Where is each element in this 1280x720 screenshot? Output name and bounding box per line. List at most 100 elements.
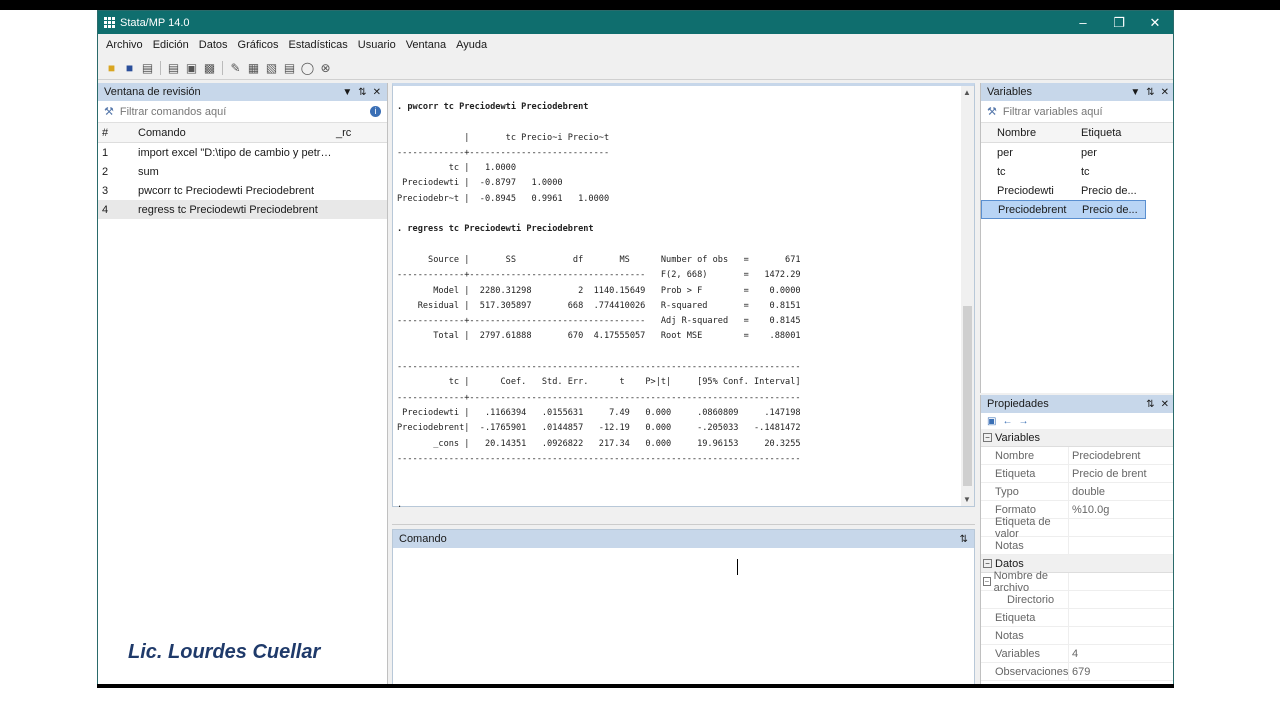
results-output: . pwcorr tc Preciodewti Preciodebrent | … [397, 100, 801, 513]
variables-filter[interactable]: ⚒ Filtrar variables aquí [981, 101, 1173, 123]
results-scrollbar[interactable]: ▲ ▼ [961, 86, 974, 506]
list-item[interactable]: tc tc [981, 162, 1173, 181]
prop-row[interactable]: Typo double [981, 483, 1173, 501]
viewer-icon[interactable]: ▣ [184, 60, 199, 75]
menu-archivo[interactable]: Archivo [106, 39, 143, 51]
results-line: Total | 2797.61888 670 4.17555057 Root M… [397, 331, 801, 342]
col-nombre[interactable]: Nombre [981, 127, 1081, 139]
col-num[interactable]: # [98, 127, 138, 139]
open-folder-icon[interactable]: ■ [104, 60, 119, 75]
variables-manager-icon[interactable]: ▤ [282, 60, 297, 75]
prop-row[interactable]: Variables 4 [981, 645, 1173, 663]
close-icon[interactable]: ✕ [1161, 87, 1169, 98]
prop-row[interactable]: Etiqueta [981, 609, 1173, 627]
variable-label: Precio de... [1081, 184, 1137, 197]
table-row[interactable]: 1 import excel "D:\tipo de cambio y petr… [98, 143, 387, 162]
pin-icon[interactable]: ⇅ [358, 87, 366, 98]
prop-row[interactable]: Etiqueta de valor [981, 516, 1173, 540]
info-icon[interactable]: i [370, 106, 381, 117]
results-line: Preciodewti | -0.8797 1.0000 [397, 178, 563, 189]
list-item[interactable]: per per [981, 143, 1173, 162]
collapse-icon[interactable]: − [983, 433, 992, 442]
scrollbar-thumb[interactable] [963, 306, 972, 486]
prop-row[interactable]: Observaciones 679 [981, 663, 1173, 681]
menu-datos[interactable]: Datos [199, 39, 228, 51]
pin-icon[interactable]: ⇅ [1146, 399, 1154, 410]
prop-row[interactable]: Notas [981, 537, 1173, 555]
col-etiqueta[interactable]: Etiqueta [1081, 127, 1141, 139]
review-panel: Ventana de revisión ▼ ⇅ ✕ ⚒ Filtrar comand… [98, 83, 388, 686]
results-line: -------------+--------------------------… [397, 392, 801, 403]
command-input[interactable] [393, 548, 974, 686]
properties-panel: Propiedades ⇅ ✕ ▣ ← → − Variables Nombre P… [980, 395, 1173, 686]
variables-filter-input[interactable]: Filtrar variables aquí [1003, 106, 1103, 118]
save-icon[interactable]: ■ [122, 60, 137, 75]
wrench-icon: ⚒ [104, 106, 114, 118]
prop-row[interactable]: Notas [981, 627, 1173, 645]
table-row[interactable]: 3 pwcorr tc Preciodewti Preciodebrent [98, 181, 387, 200]
toolbar-separator [160, 60, 161, 75]
prop-row[interactable]: − Nombre de archivo [981, 570, 1173, 594]
results-line: ----------------------------------------… [397, 362, 801, 373]
lock-icon[interactable]: ▣ [987, 416, 996, 427]
review-filter[interactable]: ⚒ Filtrar comandos aquí i [98, 101, 387, 123]
list-item[interactable]: Preciodebrent Precio de... [981, 200, 1146, 219]
row-num: 2 [102, 165, 109, 178]
filter-icon[interactable]: ▼ [342, 87, 352, 98]
pin-icon[interactable]: ⇅ [1146, 87, 1154, 98]
back-arrow-icon[interactable]: ← [1002, 416, 1012, 427]
data-browser-icon[interactable]: ▧ [264, 60, 279, 75]
filter-icon[interactable]: ▼ [1130, 87, 1140, 98]
minimize-button[interactable]: – [1065, 15, 1101, 31]
list-item[interactable]: Preciodewti Precio de... [981, 181, 1173, 200]
break-icon[interactable]: ⊗ [318, 60, 333, 75]
prop-row[interactable]: Etiqueta Precio de brent [981, 465, 1173, 483]
do-file-editor-icon[interactable]: ✎ [228, 60, 243, 75]
properties-toolbar: ▣ ← → [981, 413, 1173, 429]
results-horizontal-scrollbar[interactable] [392, 507, 975, 525]
table-row[interactable]: 4 regress tc Preciodewti Preciodebrent [98, 200, 387, 219]
variables-panel-title: Variables [987, 86, 1033, 98]
menu-ventana[interactable]: Ventana [406, 39, 446, 51]
review-panel-title: Ventana de revisión [104, 86, 201, 98]
pin-icon[interactable]: ⇅ [960, 534, 968, 545]
forward-arrow-icon[interactable]: → [1018, 416, 1028, 427]
stata-window: Stata/MP 14.0 – ❐ ✕ Archivo Edición Dato… [97, 10, 1174, 687]
more-icon[interactable]: ◯ [300, 60, 315, 75]
menu-edicion[interactable]: Edición [153, 39, 189, 51]
prop-group-variables[interactable]: − Variables [981, 429, 1173, 447]
close-button[interactable]: ✕ [1137, 15, 1173, 31]
review-table-header: # Comando _rc [98, 123, 387, 143]
menu-estadisticas[interactable]: Estadísticas [288, 39, 347, 51]
results-line: Model | 2280.31298 2 1140.15649 Prob > F… [397, 285, 801, 296]
review-filter-input[interactable]: Filtrar comandos aquí [120, 106, 370, 118]
results-line: -------------+--------------------------… [397, 147, 610, 158]
menu-usuario[interactable]: Usuario [358, 39, 396, 51]
prop-row[interactable]: Nombre Preciodebrent [981, 447, 1173, 465]
collapse-icon[interactable]: − [983, 559, 992, 568]
results-window[interactable]: . pwcorr tc Preciodewti Preciodebrent | … [392, 83, 975, 510]
results-line: . regress tc Preciodewti Preciodebrent [397, 224, 594, 235]
col-comando[interactable]: Comando [138, 127, 336, 139]
close-icon[interactable]: ✕ [1161, 399, 1169, 410]
top-black-bar [0, 0, 1280, 10]
prop-row[interactable]: Directorio [981, 591, 1173, 609]
graph-icon[interactable]: ▩ [202, 60, 217, 75]
close-icon[interactable]: ✕ [373, 87, 381, 98]
print-icon[interactable]: ▤ [140, 60, 155, 75]
menu-ayuda[interactable]: Ayuda [456, 39, 487, 51]
properties-panel-header: Propiedades ⇅ ✕ [981, 395, 1173, 413]
maximize-button[interactable]: ❐ [1101, 15, 1137, 31]
data-editor-icon[interactable]: ▦ [246, 60, 261, 75]
scroll-down-icon[interactable]: ▼ [963, 495, 971, 504]
table-row[interactable]: 2 sum [98, 162, 387, 181]
scroll-up-icon[interactable]: ▲ [963, 88, 971, 97]
collapse-icon[interactable]: − [983, 577, 991, 586]
variable-name: tc [997, 165, 1006, 178]
results-line: Preciodebrent| -.1765901 .0144857 -12.19… [397, 423, 801, 434]
row-command: regress tc Preciodewti Preciodebrent [138, 203, 318, 216]
results-line [397, 115, 801, 130]
log-icon[interactable]: ▤ [166, 60, 181, 75]
col-rc[interactable]: _rc [336, 127, 376, 139]
menu-graficos[interactable]: Gráficos [238, 39, 279, 51]
